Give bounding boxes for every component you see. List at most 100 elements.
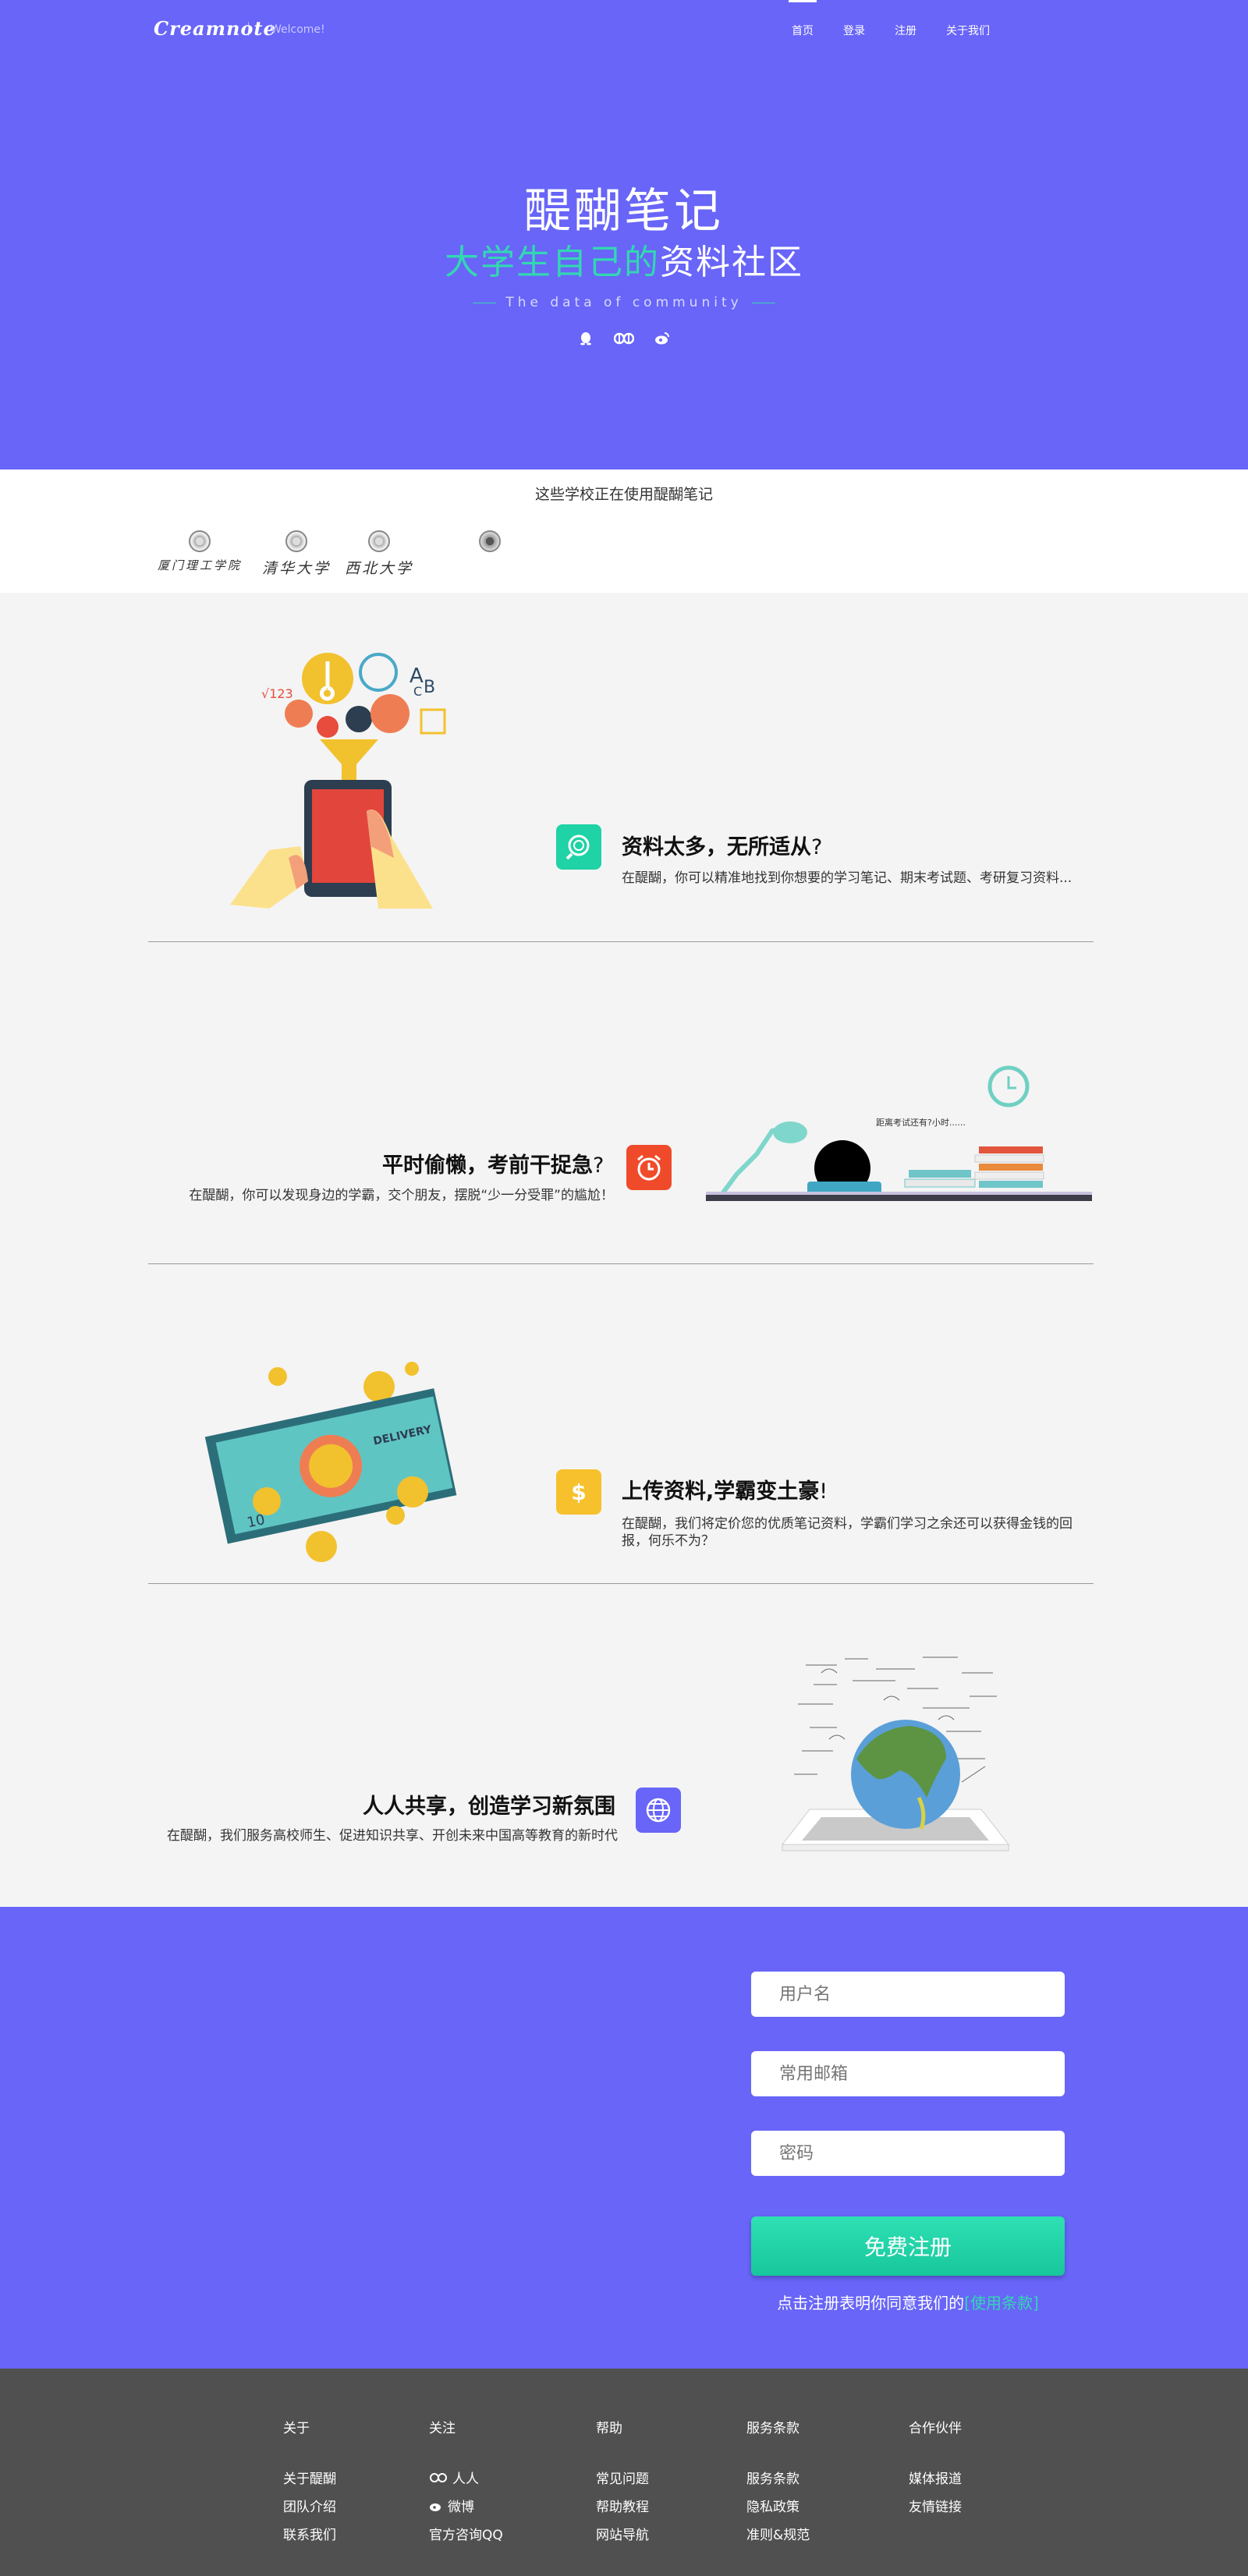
school-name: 西北大学: [345, 560, 414, 577]
renren-icon[interactable]: [613, 331, 635, 346]
footer-heading: 帮助: [596, 2421, 622, 2436]
footer-col-partners: 合作伙伴 媒体报道 友情链接: [909, 2417, 962, 2524]
schools-section: 这些学校正在使用醍醐笔记 厦门理工学院 清华大学 西北大学: [0, 469, 1248, 593]
footer-link[interactable]: 网站导航: [596, 2524, 649, 2543]
feature-desc: 在醍醐，我们服务高校师生、促进知识共享、开创未来中国高等教育的新时代: [167, 1828, 618, 1844]
footer-col-help: 帮助 常见问题 帮助教程 网站导航: [596, 2417, 649, 2552]
site-logo[interactable]: Creamnote: [154, 17, 276, 40]
footer-link[interactable]: 友情链接: [909, 2496, 962, 2515]
weibo-icon[interactable]: [654, 331, 670, 346]
nav-about[interactable]: 关于我们: [946, 23, 990, 38]
exam-countdown-text: 距离考试还有?小时......: [876, 1117, 966, 1128]
hero-subtitle-white: 资料社区: [660, 243, 803, 282]
feature-title-mark: !: [819, 1479, 828, 1504]
footer-heading: 合作伙伴: [909, 2421, 962, 2436]
svg-text:√123: √123: [261, 686, 293, 701]
school-name: 厦门理工学院: [158, 558, 243, 572]
school-seal-icon: [189, 530, 211, 552]
hero-subtitle: 大学生自己的资料社区: [0, 234, 1248, 284]
school-logo-xmut[interactable]: 厦门理工学院: [158, 530, 242, 573]
globe-icon: [636, 1788, 681, 1833]
top-nav: 首页 登录 注册 关于我们: [789, 0, 1019, 38]
social-icons: [0, 331, 1248, 346]
feature-title-text: 上传资料,学霸变土豪: [622, 1479, 820, 1504]
footer-link[interactable]: 联系我们: [283, 2524, 336, 2543]
username-input[interactable]: [751, 1972, 1065, 2017]
footer-col-follow: 关注 人人 微博 官方咨询QQ: [429, 2417, 503, 2552]
feature-title: 人人共享，创造学习新氛围: [363, 1789, 615, 1819]
footer-link[interactable]: 关于醍醐: [283, 2468, 336, 2487]
footer-col-terms: 服务条款 服务条款 隐私政策 准则&规范: [746, 2417, 810, 2552]
schools-title: 这些学校正在使用醍醐笔记: [534, 486, 713, 503]
search-icon: [556, 824, 601, 870]
feature-desc: 在醍醐，我们将定价您的优质笔记资料，学霸们学习之余还可以获得金钱的回报，何乐不为…: [622, 1516, 1072, 1549]
register-terms-note: 点击注册表明你同意我们的[使用条款]: [751, 2291, 1065, 2313]
weibo-icon: [430, 2503, 441, 2511]
register-section: 免费注册 点击注册表明你同意我们的[使用条款]: [0, 1907, 1248, 2369]
email-input[interactable]: [751, 2051, 1065, 2096]
hero-banner: Creamnote Welcome! 首页 登录 注册 关于我们 醍醐笔记 大学…: [0, 0, 1248, 469]
feature-title: 资料太多，无所适从?: [622, 830, 822, 860]
footer-heading: 服务条款: [746, 2421, 800, 2436]
terms-note-text: 点击注册表明你同意我们的: [777, 2294, 965, 2312]
footer-link-renren[interactable]: 人人: [429, 2468, 503, 2487]
nav-divider: [248, 22, 249, 36]
nav-home[interactable]: 首页: [789, 0, 817, 38]
footer: 关于 关于醍醐 团队介绍 联系我们 关注 人人 微博 官方咨询QQ 帮助 常见问…: [0, 2369, 1248, 2576]
dollar-icon: $: [556, 1469, 601, 1515]
qq-icon[interactable]: [578, 331, 594, 346]
tagline-text: The data of community: [505, 295, 743, 310]
feature-title-text: 平时偷懒，考前干捉急: [382, 1153, 593, 1178]
footer-link-label: 微博: [448, 2500, 474, 2515]
footer-col-about: 关于 关于醍醐 团队介绍 联系我们: [283, 2417, 336, 2552]
feature-desc: 在醍醐，你可以精准地找到你想要的学习笔记、期末考试题、考研复习资料...: [622, 870, 1072, 886]
feature-title: 平时偷懒，考前干捉急?: [382, 1148, 604, 1178]
footer-link[interactable]: 媒体报道: [909, 2468, 962, 2487]
school-seal-icon: [368, 530, 390, 552]
features-section: A B C √123 资料太多，无所适从? 在醍醐，你可以精准地找到你想要的学习…: [0, 593, 1248, 1907]
footer-link[interactable]: 常见问题: [596, 2468, 649, 2487]
money-illustration: DELIVERY 10: [204, 1357, 462, 1567]
footer-link[interactable]: 隐私政策: [746, 2496, 810, 2515]
svg-text:B: B: [424, 678, 435, 697]
nav-login[interactable]: 登录: [843, 23, 865, 38]
school-seal-icon: [479, 530, 501, 552]
school-logo-nwu[interactable]: 西北大学: [345, 530, 413, 578]
hero-title: 醍醐笔记: [524, 184, 724, 239]
feature-desc: 在醍醐，你可以发现身边的学霸，交个朋友，摆脱“少一分受罪”的尴尬！: [189, 1188, 614, 1203]
school-logo-other[interactable]: [479, 530, 501, 552]
feature-title-text: 资料太多，无所适从: [622, 835, 811, 859]
footer-link-weibo[interactable]: 微博: [429, 2496, 503, 2515]
footer-link[interactable]: 服务条款: [746, 2468, 810, 2487]
svg-text:C: C: [413, 684, 422, 699]
terms-link[interactable]: [使用条款]: [964, 2294, 1039, 2312]
school-name: 清华大学: [262, 560, 332, 577]
section-divider: [148, 941, 1094, 942]
section-divider: [148, 1263, 1094, 1264]
exam-study-illustration: 距离考试还有?小时......: [706, 1061, 1096, 1207]
school-logo-tsinghua[interactable]: 清华大学: [262, 530, 331, 578]
footer-link[interactable]: 准则&规范: [746, 2524, 810, 2543]
hero-tagline: The data of community: [0, 295, 1248, 310]
section-divider: [148, 1583, 1094, 1584]
globe-formula-illustration: [767, 1642, 1024, 1875]
footer-heading: 关于: [283, 2421, 310, 2436]
footer-link-label: 人人: [452, 2471, 479, 2487]
welcome-text: Welcome!: [271, 23, 325, 36]
password-input[interactable]: [751, 2131, 1065, 2176]
footer-heading: 关注: [429, 2421, 456, 2436]
feature-title: 上传资料,学霸变土豪!: [622, 1474, 828, 1504]
footer-link[interactable]: 帮助教程: [596, 2496, 649, 2515]
footer-link[interactable]: 官方咨询QQ: [429, 2524, 503, 2543]
free-register-button[interactable]: 免费注册: [751, 2216, 1065, 2276]
hero-subtitle-green: 大学生自己的: [445, 243, 660, 282]
tablet-illustration: A B C √123: [222, 647, 456, 912]
feature-title-text: 人人共享，创造学习新氛围: [363, 1795, 615, 1819]
nav-register[interactable]: 注册: [895, 23, 916, 38]
school-seal-icon: [285, 530, 307, 552]
footer-link[interactable]: 团队介绍: [283, 2496, 336, 2515]
feature-title-mark: ?: [593, 1153, 604, 1178]
renren-icon: [430, 2472, 447, 2482]
alarm-clock-icon: [626, 1145, 672, 1190]
feature-title-mark: ?: [811, 835, 823, 859]
